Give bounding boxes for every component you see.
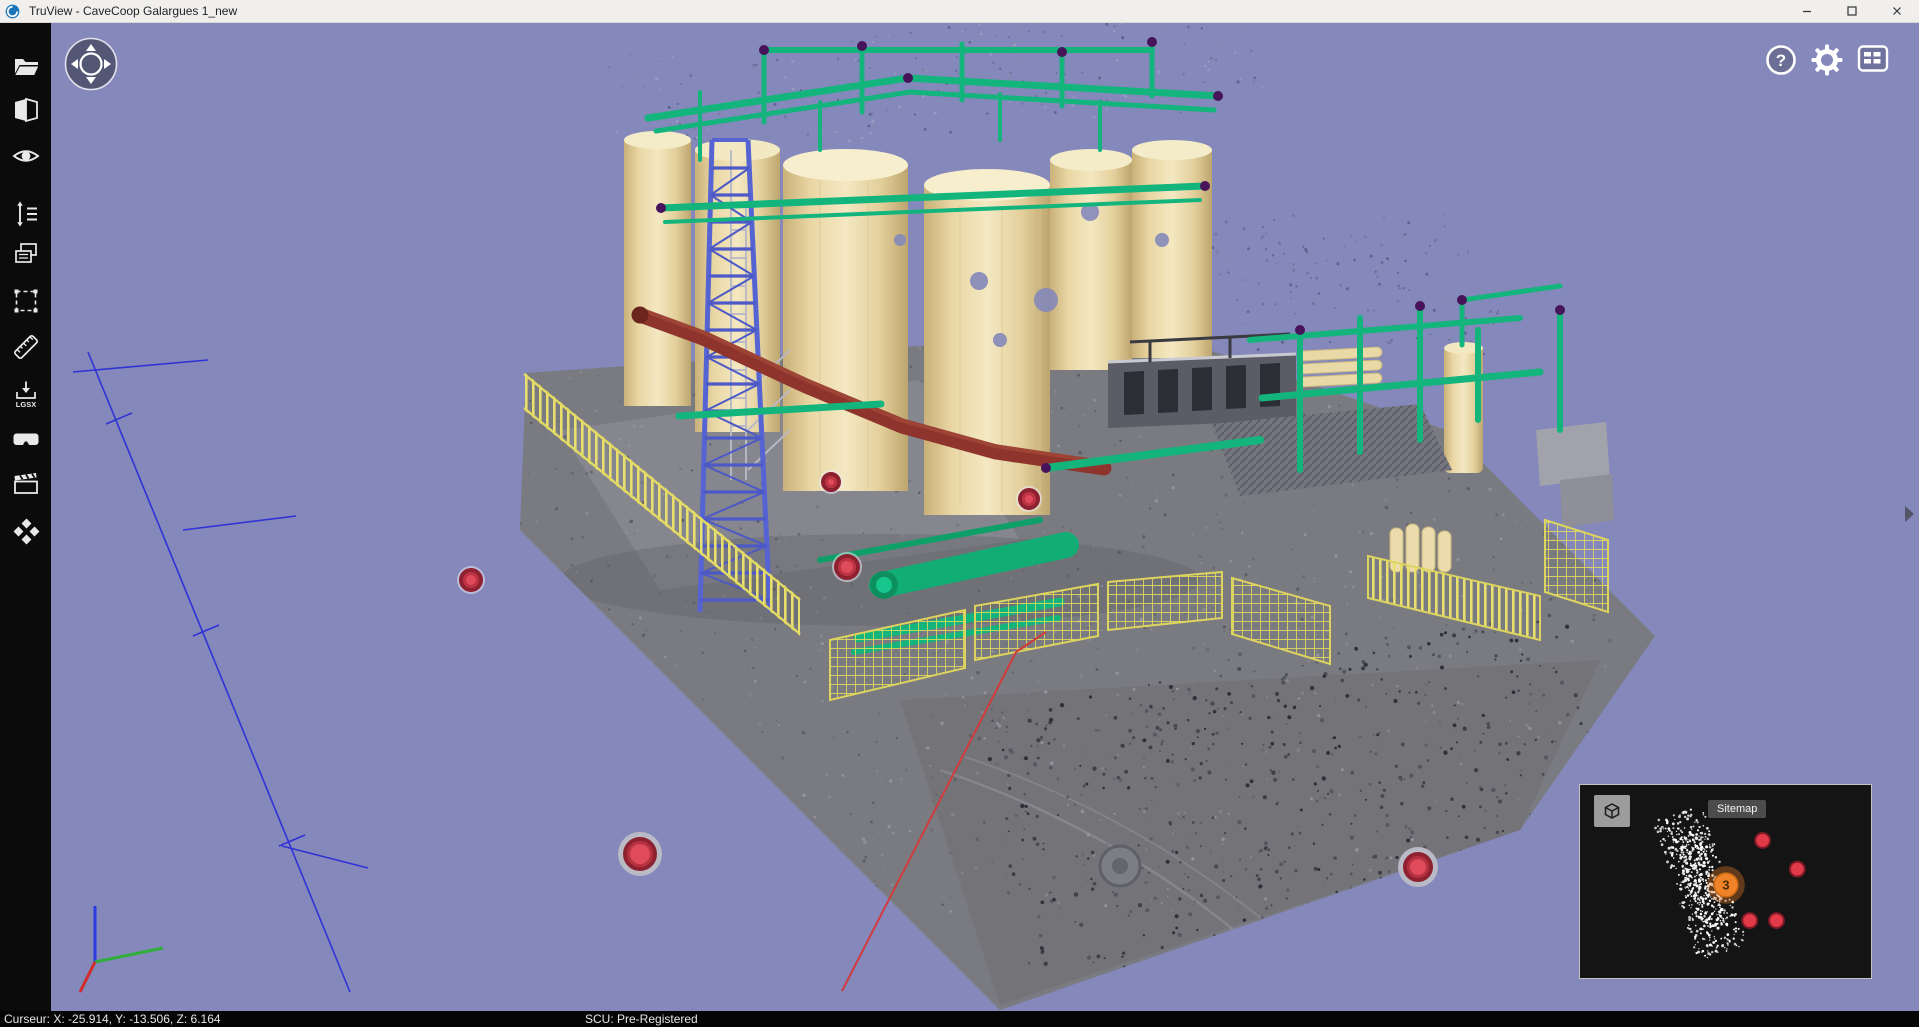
- close-icon: [1892, 6, 1902, 16]
- visibility-button[interactable]: [7, 137, 44, 174]
- panorama-icon: [11, 95, 41, 125]
- sitemap-scan-dot[interactable]: [1755, 833, 1770, 848]
- scan-station-marker[interactable]: [821, 472, 841, 492]
- scan-station-marker[interactable]: [623, 837, 657, 871]
- station-number: 3: [1722, 878, 1729, 893]
- sitemap-current-station[interactable]: 3: [1707, 866, 1745, 904]
- titlebar: TruView - CaveCoop Galargues 1_new: [0, 0, 1919, 23]
- window-title: TruView - CaveCoop Galargues 1_new: [29, 4, 237, 18]
- tape-measure-icon: [11, 332, 41, 362]
- sitemap-scan-dot[interactable]: [1769, 913, 1784, 928]
- viewport-3d[interactable]: ?: [51, 23, 1919, 1011]
- view-options-button[interactable]: [1856, 42, 1890, 76]
- eye-icon: [11, 141, 41, 171]
- sitemap-label: Sitemap: [1708, 800, 1766, 818]
- minimize-button[interactable]: [1784, 0, 1829, 22]
- clapperboard-icon: [11, 469, 41, 499]
- coordinates-tool-button[interactable]: [7, 195, 44, 232]
- slides-button[interactable]: [7, 235, 44, 272]
- app-icon: [5, 4, 20, 19]
- scan-station-marker[interactable]: [1403, 852, 1433, 882]
- measure-tool-button[interactable]: [7, 328, 44, 365]
- diamond-cluster-icon: [11, 517, 41, 547]
- sitemap-panel: 3 Sitemap: [1579, 784, 1872, 979]
- truview-window: TruView - CaveCoop Galargues 1_new: [0, 0, 1919, 1027]
- close-button[interactable]: [1874, 0, 1919, 22]
- lgsx-label: LGSX: [15, 400, 35, 409]
- scu-status: SCU: Pre-Registered: [585, 1012, 698, 1026]
- panel-expand-arrow[interactable]: [1905, 506, 1914, 522]
- lgsx-export-button[interactable]: LGSX: [7, 375, 44, 412]
- panels-icon: [1856, 42, 1890, 76]
- help-icon: ?: [1764, 43, 1798, 77]
- folder-open-icon: [11, 52, 41, 82]
- dashed-rect-icon: [11, 286, 41, 316]
- open-project-button[interactable]: [7, 48, 44, 85]
- window-controls: [1784, 0, 1919, 22]
- maximize-button[interactable]: [1829, 0, 1874, 22]
- vr-goggles-icon: [11, 423, 41, 453]
- sitemap-scan-dot[interactable]: [1742, 913, 1757, 928]
- scan-station-marker[interactable]: [1018, 488, 1040, 510]
- cube-icon: [1602, 801, 1622, 821]
- cursor-coordinates: Curseur: X: -25.914, Y: -13.506, Z: 6.16…: [4, 1012, 221, 1026]
- help-button[interactable]: ?: [1764, 43, 1798, 77]
- sitemap-3d-toggle[interactable]: [1594, 795, 1630, 827]
- maximize-icon: [1847, 6, 1857, 16]
- lgsx-icon: LGSX: [11, 379, 41, 409]
- scan-station-marker[interactable]: [459, 568, 483, 592]
- sitemap-scan-dot[interactable]: [1790, 862, 1805, 877]
- selection-tool-button[interactable]: [7, 282, 44, 319]
- snapshot-tool-button[interactable]: [7, 465, 44, 502]
- minimize-icon: [1802, 6, 1812, 16]
- left-toolbar: LGSX: [0, 23, 51, 1011]
- layers-icon: [11, 239, 41, 269]
- orbit-control[interactable]: [64, 37, 118, 91]
- vr-mode-button[interactable]: [7, 419, 44, 456]
- svg-text:?: ?: [1776, 51, 1786, 70]
- gear-icon: [1810, 43, 1844, 77]
- markups-button[interactable]: [7, 513, 44, 550]
- orbit-icon: [64, 37, 118, 91]
- settings-button[interactable]: [1810, 43, 1844, 77]
- axis-list-icon: [11, 199, 41, 229]
- statusbar: Curseur: X: -25.914, Y: -13.506, Z: 6.16…: [0, 1011, 1919, 1027]
- scan-station-marker[interactable]: [834, 554, 860, 580]
- panorama-view-button[interactable]: [7, 91, 44, 128]
